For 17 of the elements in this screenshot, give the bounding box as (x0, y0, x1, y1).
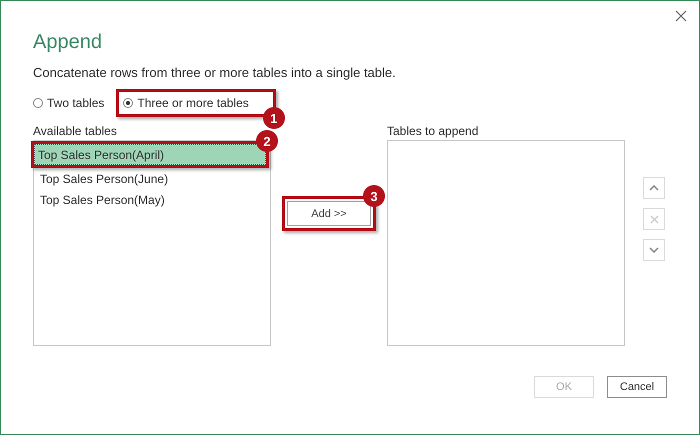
table-item[interactable]: Top Sales Person(June) (36, 168, 268, 189)
close-icon (650, 214, 658, 224)
dialog-title: Append (33, 30, 103, 55)
move-up-button[interactable] (643, 177, 665, 199)
step-badge: 1 (262, 107, 285, 129)
step-badge: 2 (256, 130, 278, 152)
available-tables-label: Available tables (33, 124, 118, 140)
move-down-button[interactable] (643, 239, 665, 261)
tables-to-append-label: Tables to append (387, 124, 480, 140)
close-icon[interactable] (675, 10, 687, 22)
step-badge: 3 (363, 185, 385, 207)
dialog-button[interactable]: Cancel (607, 376, 667, 398)
radio-option[interactable]: Three or more tables (123, 94, 253, 112)
description-text: Concatenate rows from three or more tables into a single table. (33, 65, 397, 80)
table-item[interactable]: Top Sales Person(May) (36, 189, 268, 210)
add-button[interactable]: Add >> (287, 201, 371, 226)
radio-option[interactable]: Two tables (33, 94, 108, 112)
